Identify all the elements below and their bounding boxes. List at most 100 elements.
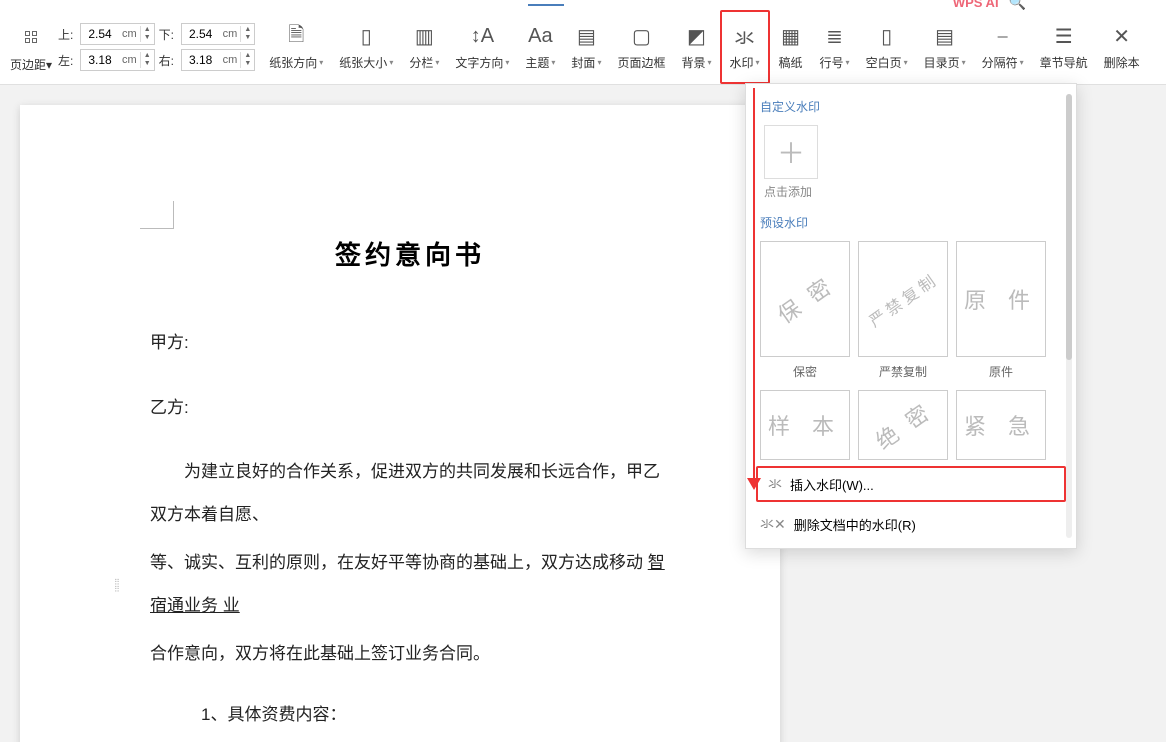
delete-watermark-icon: 氺✕ [760,514,786,534]
text-direction-button[interactable]: ↕A文字方向▾ [447,10,517,84]
delete-icon: ✕ [1109,24,1135,50]
menu-bar: 开始 插入 页面 引用 审阅 视图 工具 会员专享 WPS AI 🔍 [0,0,1166,10]
ribbon: 页边距▾ 上: cm▲▼ 下: cm▲▼ 左: cm▲▼ 右: cm▲▼ 🗎纸张… [0,10,1166,85]
manuscript-icon: ▦ [778,24,804,50]
preset-original[interactable]: 原 件 [956,241,1046,357]
chevron-down-icon: ▾ [1020,58,1024,67]
paper-size-icon: ▯ [353,24,379,50]
margin-right-input[interactable]: cm▲▼ [181,49,256,71]
line-number-button[interactable]: ≣行号▾ [812,10,858,84]
delete-watermark-menu[interactable]: 氺✕删除文档中的水印(R) [746,506,1076,542]
margin-left-input[interactable]: cm▲▼ [80,49,155,71]
chapter-nav-icon: ☰ [1051,24,1077,50]
columns-icon: ▥ [411,24,437,50]
preset-urgent[interactable]: 紧 急 [956,390,1046,460]
arrow-head-icon [747,478,761,490]
orientation-button[interactable]: 🗎纸张方向▾ [261,10,331,84]
margins-label[interactable]: 页边距 [10,58,46,72]
margin-top-input[interactable]: cm▲▼ [80,23,155,45]
separator-button[interactable]: ⎯分隔符▾ [974,10,1032,84]
chevron-down-icon: ▾ [46,58,52,72]
cover-button[interactable]: ▤封面▾ [563,10,609,84]
preset-label: 严禁复制 [879,363,927,380]
chevron-down-icon: ▾ [756,58,760,67]
chevron-down-icon: ▾ [846,58,850,67]
spinner-down-icon[interactable]: ▼ [241,34,254,42]
paragraph-1c: 合作意向，双方将在此基础上签订业务合同。 [150,633,670,676]
margin-top-label: 上: [58,26,76,43]
line-number-icon: ≣ [822,24,848,50]
item-1: 1、具体资费内容： [150,694,670,737]
wps-ai-label[interactable]: WPS AI [953,0,999,10]
margin-bottom-label: 下: [159,26,177,43]
spinner-down-icon[interactable]: ▼ [141,34,154,42]
preset-confidential[interactable]: 保 密 [760,241,850,357]
spinner-up-icon[interactable]: ▲ [241,52,254,60]
columns-button[interactable]: ▥分栏▾ [401,10,447,84]
chevron-down-icon: ▾ [319,58,323,67]
party-a-line: 甲方: [150,322,670,365]
document-body: 甲方: 乙方: 为建立良好的合作关系，促进双方的共同发展和长远合作，甲乙双方本着… [150,322,670,742]
chevron-down-icon: ▾ [707,58,711,67]
margin-right-label: 右: [159,52,177,69]
party-b-line: 乙方: [150,387,670,430]
watermark-icon: 氺 [732,24,758,50]
manuscript-button[interactable]: ▦稿纸 [770,10,812,84]
paragraph-1: 为建立良好的合作关系，促进双方的共同发展和长远合作，甲乙双方本着自愿、 [150,451,670,536]
preset-no-copy[interactable]: 严禁复制 [858,241,948,357]
page-border-icon: ▢ [628,24,654,50]
margin-left-label: 左: [58,52,76,69]
toc-page-button[interactable]: ▤目录页▾ [916,10,974,84]
chevron-down-icon: ▾ [962,58,966,67]
orientation-icon: 🗎 [283,24,309,50]
margins-icon [16,22,46,52]
annotation-arrow [753,88,755,480]
watermark-button[interactable]: 氺水印▾ [720,10,770,84]
preset-watermark-label: 预设水印 [746,210,1076,237]
chevron-down-icon: ▾ [389,58,393,67]
watermark-icon: 氺 [768,474,782,494]
custom-watermark-label: 自定义水印 [746,94,1076,121]
scrollbar-thumb[interactable] [1066,94,1072,360]
spinner-down-icon[interactable]: ▼ [141,60,154,68]
theme-button[interactable]: Aa主题▾ [517,10,563,84]
preset-label: 保密 [793,363,817,380]
drag-handle-icon[interactable]: ⠿⠿ [114,580,122,593]
toc-page-icon: ▤ [932,24,958,50]
text-direction-icon: ↕A [469,24,495,50]
cover-icon: ▤ [573,24,599,50]
preset-sample[interactable]: 样 本 [760,390,850,460]
separator-icon: ⎯ [990,24,1016,50]
preset-top-secret[interactable]: 绝 密 [858,390,948,460]
chevron-down-icon: ▾ [904,58,908,67]
chevron-down-icon: ▾ [435,58,439,67]
page-border-button[interactable]: ▢页面边框 [609,10,673,84]
add-watermark-tile[interactable]: ＋ [764,125,818,179]
spinner-down-icon[interactable]: ▼ [241,60,254,68]
chevron-down-icon: ▾ [505,58,509,67]
search-icon[interactable]: 🔍 [1009,0,1026,11]
chevron-down-icon: ▾ [597,58,601,67]
corner-mark [140,201,174,229]
add-watermark-label: 点击添加 [764,183,1076,200]
background-icon: ◩ [683,24,709,50]
chevron-down-icon: ▾ [551,58,555,67]
delete-button[interactable]: ✕删除本 [1096,10,1148,84]
watermark-dropdown: 自定义水印 ＋ 点击添加 预设水印 保 密保密 严禁复制严禁复制 原 件原件 样… [745,83,1077,549]
document-page[interactable]: 签约意向书 甲方: 乙方: 为建立良好的合作关系，促进双方的共同发展和长远合作，… [20,105,780,742]
blank-page-button[interactable]: ▯空白页▾ [858,10,916,84]
paper-size-button[interactable]: ▯纸张大小▾ [331,10,401,84]
background-button[interactable]: ◩背景▾ [673,10,719,84]
preset-label: 原件 [989,363,1013,380]
chapter-nav-button[interactable]: ☰章节导航 [1032,10,1096,84]
document-title: 签约意向书 [150,235,670,272]
paragraph-1b: 等、诚实、互利的原则，在友好平等协商的基础上，双方达成移动 智宿通业务 业 [150,542,670,627]
scrollbar[interactable] [1066,94,1072,538]
spinner-up-icon[interactable]: ▲ [141,52,154,60]
blank-page-icon: ▯ [874,24,900,50]
spinner-up-icon[interactable]: ▲ [141,26,154,34]
margins-group: 页边距▾ 上: cm▲▼ 下: cm▲▼ 左: cm▲▼ 右: cm▲▼ [4,10,261,84]
insert-watermark-menu[interactable]: 氺插入水印(W)... [756,466,1066,502]
margin-bottom-input[interactable]: cm▲▼ [181,23,256,45]
spinner-up-icon[interactable]: ▲ [241,26,254,34]
